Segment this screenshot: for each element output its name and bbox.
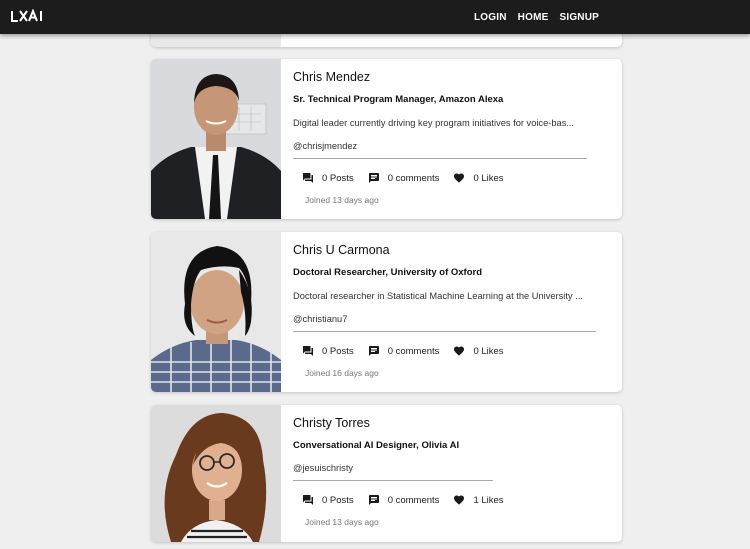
logo-wordmark: [11, 9, 42, 22]
profile-card-body: Christy Torres Conversational AI Designe…: [293, 405, 612, 542]
likes-stat[interactable]: 0 Likes: [453, 172, 504, 184]
profile-stats: 0 Posts 0 comments 0 Likes: [302, 172, 518, 184]
profile-card[interactable]: Chris Mendez Sr. Technical Program Manag…: [151, 59, 622, 219]
comments-count: 0 comments: [387, 345, 440, 357]
heart-icon: [454, 346, 465, 356]
comments-icon: [368, 346, 379, 356]
profile-handle[interactable]: @chrisjmendez: [293, 141, 357, 151]
profile-bio: Doctoral researcher in Statistical Machi…: [293, 291, 583, 301]
heart-icon: [454, 495, 465, 505]
posts-icon: [303, 346, 313, 356]
joined-date: Joined 13 days ago: [305, 195, 379, 205]
posts-stat[interactable]: 0 Posts: [302, 172, 354, 184]
profile-stats: 0 Posts 0 comments 0 Likes: [302, 345, 518, 357]
posts-stat[interactable]: 0 Posts: [302, 345, 354, 357]
likes-stat[interactable]: 0 Likes: [453, 345, 504, 357]
profile-card[interactable]: Chris U Carmona Doctoral Researcher, Uni…: [151, 232, 622, 392]
nav-home-link[interactable]: HOME: [518, 12, 549, 23]
comments-icon: [368, 173, 379, 183]
likes-count: 0 Likes: [473, 172, 504, 184]
posts-icon: [303, 495, 313, 505]
profile-bio: Digital leader currently driving key pro…: [293, 118, 575, 128]
comments-icon: [368, 495, 379, 505]
profile-title: Doctoral Researcher, University of Oxfor…: [293, 267, 483, 278]
heart-icon: [454, 173, 465, 183]
posts-count: 0 Posts: [322, 494, 354, 506]
profile-name[interactable]: Chris Mendez: [293, 70, 370, 84]
profile-stats: 0 Posts 0 comments 1 Likes: [302, 494, 518, 506]
likes-stat[interactable]: 1 Likes: [453, 494, 504, 506]
comments-count: 0 comments: [387, 172, 440, 184]
posts-stat[interactable]: 0 Posts: [302, 494, 354, 506]
profile-photo[interactable]: [151, 232, 281, 392]
top-navbar: LOGIN HOME SIGNUP: [0, 0, 750, 34]
posts-icon: [303, 173, 313, 183]
profile-card-body: Chris Mendez Sr. Technical Program Manag…: [293, 59, 612, 219]
comments-stat[interactable]: 0 comments: [368, 494, 440, 506]
joined-date: Joined 13 days ago: [305, 517, 379, 527]
nav-links: LOGIN HOME SIGNUP: [474, 0, 610, 34]
posts-count: 0 Posts: [322, 345, 354, 357]
joined-date: Joined 16 days ago: [305, 368, 379, 378]
profile-card-body: Chris U Carmona Doctoral Researcher, Uni…: [293, 232, 612, 392]
nav-login-link[interactable]: LOGIN: [474, 12, 507, 23]
comments-stat[interactable]: 0 comments: [368, 345, 440, 357]
profile-divider: [293, 158, 587, 159]
nav-signup-link[interactable]: SIGNUP: [559, 12, 599, 23]
profile-divider: [293, 331, 596, 332]
profile-card[interactable]: Christy Torres Conversational AI Designe…: [151, 405, 622, 542]
profile-title: Sr. Technical Program Manager, Amazon Al…: [293, 94, 504, 105]
profile-name[interactable]: Christy Torres: [293, 416, 370, 430]
likes-count: 0 Likes: [473, 345, 504, 357]
profile-divider: [293, 480, 493, 481]
comments-count: 0 comments: [387, 494, 440, 506]
profile-handle[interactable]: @jesuischristy: [293, 463, 353, 473]
posts-count: 0 Posts: [322, 172, 354, 184]
likes-count: 1 Likes: [473, 494, 504, 506]
profile-name[interactable]: Chris U Carmona: [293, 243, 390, 257]
profile-photo[interactable]: [151, 405, 281, 542]
lxai-logo[interactable]: [11, 7, 45, 25]
profile-handle[interactable]: @christianu7: [293, 314, 347, 324]
comments-stat[interactable]: 0 comments: [368, 172, 440, 184]
profile-title: Conversational AI Designer, Olivia AI: [293, 440, 460, 451]
profile-photo[interactable]: [151, 59, 281, 219]
